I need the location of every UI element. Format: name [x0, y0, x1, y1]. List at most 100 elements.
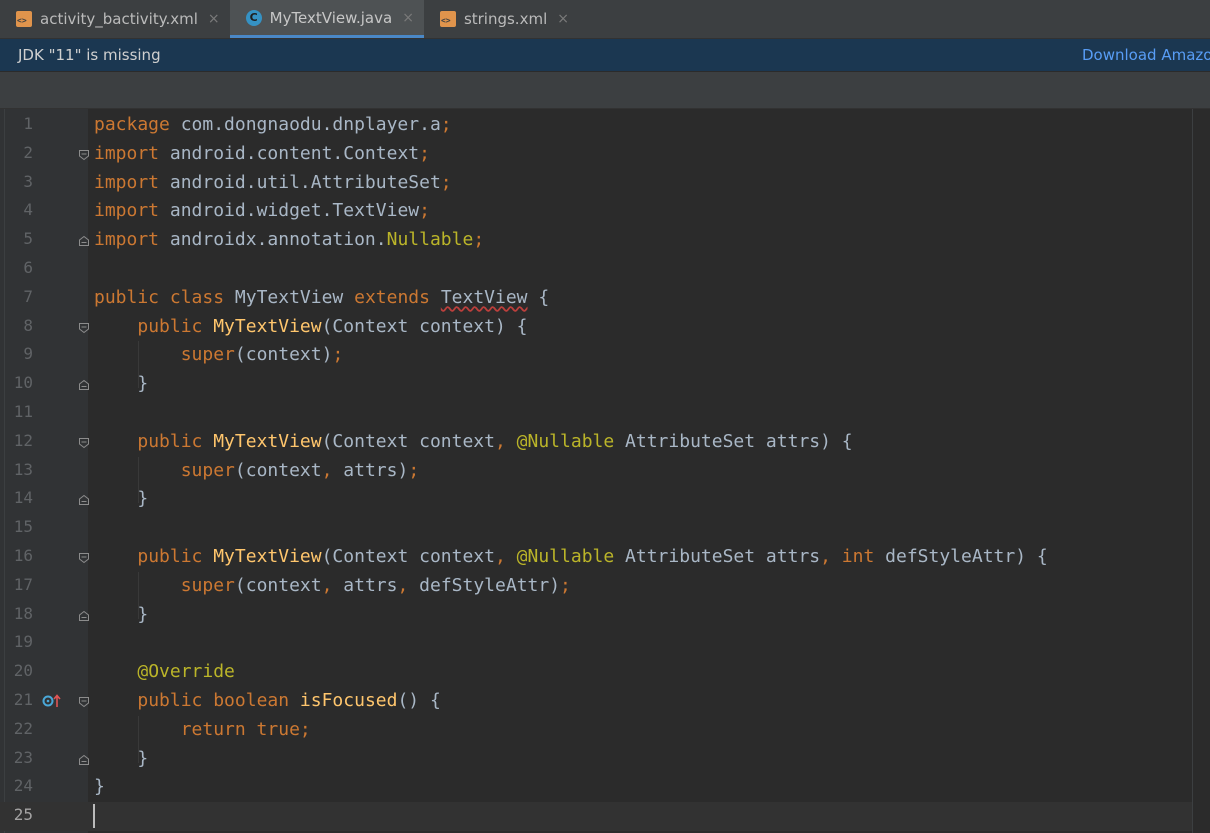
code-line[interactable]: 9 super(context);: [0, 341, 1192, 370]
close-tab-icon[interactable]: ×: [208, 11, 220, 27]
code-editor[interactable]: 1 package com.dongnaodu.dnplayer.a; 2 impor…: [0, 109, 1210, 833]
code-line[interactable]: 11: [0, 399, 1192, 428]
code-line[interactable]: 4 import android.widget.TextView;: [0, 197, 1192, 226]
code-line[interactable]: 8 public MyTextView(Context context) {: [0, 313, 1192, 342]
code-line[interactable]: 14 }: [0, 485, 1192, 514]
code-line[interactable]: 17 super(context, attrs, defStyleAttr);: [0, 572, 1192, 601]
code-line[interactable]: 23 }: [0, 745, 1192, 774]
code-text: @Override: [94, 661, 235, 682]
code-line[interactable]: 3 import android.util.AttributeSet;: [0, 169, 1192, 198]
close-tab-icon[interactable]: ×: [557, 11, 569, 27]
code-text: }: [94, 776, 105, 797]
tab-label: MyTextView.java: [269, 8, 393, 27]
line-number: 15: [13, 517, 33, 537]
code-line[interactable]: 7 public class MyTextView extends TextVie…: [0, 284, 1192, 313]
fold-close-icon[interactable]: [78, 754, 90, 766]
code-line[interactable]: 19: [0, 629, 1192, 658]
tab-label: activity_bactivity.xml: [40, 10, 198, 28]
code-text: import androidx.annotation.Nullable;: [94, 229, 484, 250]
fold-close-icon[interactable]: [78, 379, 90, 391]
line-number: 5: [23, 229, 33, 249]
line-number: 16: [13, 546, 33, 565]
code-token: , int: [820, 546, 886, 567]
tab-label: strings.xml: [463, 10, 548, 28]
code-token: (Context context) {: [321, 315, 528, 337]
code-text: public MyTextView(Context context, @Null…: [94, 430, 853, 452]
overrides-method-icon[interactable]: [42, 693, 62, 709]
text-caret: [93, 804, 95, 829]
banner-message: JDK "11" is missing: [18, 46, 161, 64]
fold-close-icon[interactable]: [78, 235, 90, 247]
code-line[interactable]: 16 public MyTextView(Context context, @N…: [0, 543, 1192, 572]
code-line[interactable]: 5 import androidx.annotation.Nullable;: [0, 226, 1192, 255]
close-tab-icon[interactable]: ×: [402, 10, 414, 26]
fold-open-icon[interactable]: [78, 552, 90, 564]
line-number: 11: [13, 402, 33, 421]
line-number: 21: [13, 690, 33, 709]
code-token: attrs: [343, 574, 398, 596]
code-text: package com.dongnaodu.dnplayer.a;: [94, 114, 452, 135]
code-token: ,: [397, 574, 420, 596]
line-number: 19: [13, 632, 33, 652]
code-line[interactable]: 25: [0, 802, 1192, 832]
editor-tab[interactable]: C MyTextView.java ×: [229, 0, 424, 38]
line-number: 4: [23, 200, 33, 220]
code-line[interactable]: 15: [0, 514, 1192, 543]
code-token: com.dongnaodu.dnplayer.a: [169, 114, 441, 135]
code-token: }: [94, 373, 149, 395]
code-line[interactable]: 20 @Override: [0, 658, 1192, 687]
fold-open-icon[interactable]: [78, 322, 90, 334]
code-line[interactable]: 18 }: [0, 601, 1192, 630]
code-token: MyTextView: [213, 315, 322, 337]
code-line[interactable]: 21 public boolean isFocused() {: [0, 687, 1192, 716]
code-line[interactable]: 12 public MyTextView(Context context, @N…: [0, 428, 1192, 457]
fold-open-icon[interactable]: [78, 149, 90, 161]
code-text: import android.util.AttributeSet;: [94, 172, 452, 193]
code-line[interactable]: 24}: [0, 773, 1192, 802]
code-line[interactable]: 22 return true;: [0, 716, 1192, 745]
code-token: android.content.Context: [159, 142, 420, 164]
java-class-icon: C: [245, 9, 262, 26]
code-token: }: [94, 603, 149, 625]
fold-open-icon[interactable]: [78, 437, 90, 449]
code-token: isFocused: [299, 690, 398, 711]
code-token: }: [94, 747, 149, 769]
fold-close-icon[interactable]: [78, 494, 90, 506]
code-token: @Nullable: [516, 430, 626, 452]
code-text: }: [94, 604, 148, 625]
editor-tab[interactable]: strings.xml ×: [424, 0, 579, 38]
line-number: 10: [13, 373, 33, 393]
code-token: public class: [94, 286, 235, 308]
line-number: 24: [13, 776, 33, 796]
code-token: android.widget.TextView: [159, 200, 420, 222]
code-token: ;: [560, 574, 571, 596]
code-token: ;: [440, 114, 452, 135]
code-token: AttributeSet attrs) {: [625, 430, 853, 452]
download-jdk-link[interactable]: Download Amazo: [1082, 46, 1210, 64]
code-token: ,: [321, 459, 344, 481]
code-text: super(context, attrs);: [94, 460, 419, 481]
code-line[interactable]: 13 super(context, attrs);: [0, 457, 1192, 486]
code-token: import: [94, 229, 160, 251]
fold-close-icon[interactable]: [78, 610, 90, 622]
line-number: 20: [13, 661, 33, 681]
code-text: super(context);: [94, 344, 344, 365]
code-text: }: [94, 373, 148, 394]
fold-open-icon[interactable]: [78, 696, 90, 708]
xml-file-icon: [16, 11, 32, 27]
code-line[interactable]: 2 import android.content.Context;: [0, 140, 1192, 169]
code-token: TextView: [440, 286, 528, 308]
code-line[interactable]: 6: [0, 255, 1192, 284]
line-number: 14: [13, 488, 33, 508]
editor-scrollbar-track[interactable]: [1192, 109, 1193, 833]
code-token: super: [180, 459, 235, 481]
code-token: (Context context: [321, 546, 495, 567]
code-token: {: [527, 286, 550, 308]
code-text: }: [94, 488, 148, 509]
code-line[interactable]: 1 package com.dongnaodu.dnplayer.a;: [0, 111, 1192, 140]
code-line[interactable]: 10 }: [0, 370, 1192, 399]
code-token: ,: [494, 546, 517, 567]
editor-tab[interactable]: activity_bactivity.xml ×: [0, 0, 230, 38]
